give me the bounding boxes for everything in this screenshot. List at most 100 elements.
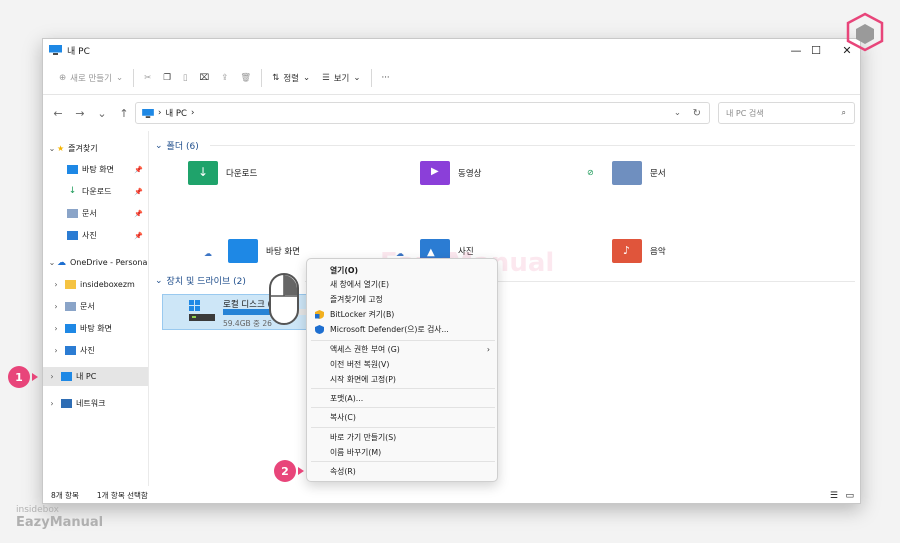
details-view-icon[interactable]: ☰ xyxy=(830,491,838,501)
group-divider xyxy=(210,145,855,146)
windows-drive-icon xyxy=(189,300,215,321)
selection-count: 1개 항목 선택함 xyxy=(96,491,148,500)
cut-button[interactable]: ✂ xyxy=(138,66,157,90)
step-badge-2: 2 xyxy=(274,460,296,482)
address-row: ← → ⌄ ↑ › 내 PC › ⌄ ↻ 내 PC 검색 ⌕ xyxy=(43,95,860,131)
video-folder-icon: ▶ xyxy=(420,161,450,185)
folder-downloads[interactable]: ↓ 다운로드 xyxy=(188,161,257,185)
menu-item-restore-versions[interactable]: 이전 버전 복원(V) xyxy=(307,357,497,371)
sort-button[interactable]: ⇅ 정렬 ⌄ xyxy=(266,66,316,90)
sidebar-item-onedrive[interactable]: ⌄ ☁ OneDrive - Persona xyxy=(43,253,148,272)
folder-documents[interactable]: 문서 xyxy=(612,161,666,185)
back-arrow-icon[interactable]: ← xyxy=(47,107,69,120)
chevron-right-icon: › xyxy=(50,372,54,381)
forward-arrow-icon[interactable]: → xyxy=(69,107,91,120)
sidebar-item-insideboxezm[interactable]: › insideboxezm xyxy=(43,275,148,294)
sidebar-item-favorites[interactable]: ⌄ ★ 즐겨찾기 xyxy=(43,139,148,158)
copy-button[interactable]: ❐ xyxy=(157,66,177,90)
pin-icon: 📌 xyxy=(134,209,143,218)
menu-item-open-new-window[interactable]: 새 창에서 열기(E) xyxy=(307,277,497,291)
document-icon xyxy=(67,209,78,218)
toolbar-divider xyxy=(370,68,372,87)
menu-item-defender-scan[interactable]: Microsoft Defender(으)로 검사... xyxy=(307,322,497,336)
search-input[interactable]: 내 PC 검색 ⌕ xyxy=(718,102,855,124)
more-icon: ··· xyxy=(381,72,390,83)
folder-label: 동영상 xyxy=(458,169,482,179)
folder-desktop[interactable]: 바탕 화면 xyxy=(228,239,300,263)
sidebar-item-downloads[interactable]: ↓ 다운로드 📌 xyxy=(43,182,148,201)
this-pc-icon xyxy=(49,45,62,55)
sidebar-item-network[interactable]: › 네트워크 xyxy=(43,394,148,413)
rename-button[interactable]: ⌧ xyxy=(194,66,216,90)
toolbar-divider xyxy=(261,68,263,87)
item-count: 8개 항목 xyxy=(51,491,79,500)
refresh-icon[interactable]: ↻ xyxy=(693,108,701,119)
menu-label: 시작 화면에 고정(P) xyxy=(330,374,396,384)
folder-videos[interactable]: ▶ 동영상 xyxy=(420,161,481,185)
chevron-down-icon: ⌄ xyxy=(353,72,361,83)
download-folder-icon: ↓ xyxy=(188,161,218,185)
menu-label: 열기(O) xyxy=(330,265,359,275)
menu-item-pin-start[interactable]: 시작 화면에 고정(P) xyxy=(307,372,497,386)
menu-label: 바로 가기 만들기(S) xyxy=(330,432,397,442)
bottom-watermark: insidebox EazyManual xyxy=(16,505,103,530)
sidebar-item-od-desktop[interactable]: › 바탕 화면 xyxy=(43,319,148,338)
step-badge-1: 1 xyxy=(8,366,30,388)
chevron-right-icon: › xyxy=(486,344,490,354)
sidebar-item-documents[interactable]: 문서 📌 xyxy=(43,204,148,223)
menu-divider xyxy=(311,427,495,428)
chevron-right-icon: › xyxy=(50,399,54,408)
recent-chevron-icon[interactable]: ⌄ xyxy=(91,107,113,120)
sidebar-item-this-pc[interactable]: › 내 PC xyxy=(43,367,148,386)
sidebar-item-desktop[interactable]: 바탕 화면 📌 xyxy=(43,160,148,179)
chevron-down-icon: ⌄ xyxy=(48,144,56,153)
sidebar-item-pictures[interactable]: 사진 📌 xyxy=(43,226,148,245)
tiles-view-icon[interactable]: ▭ xyxy=(845,491,854,501)
step-pointer-1 xyxy=(32,373,38,381)
menu-item-pin-favorites[interactable]: 즐겨찾기에 고정 xyxy=(307,292,497,306)
menu-label: 이름 바꾸기(M) xyxy=(330,447,382,457)
menu-item-bitlocker[interactable]: BitLocker 켜기(B) xyxy=(307,307,497,321)
group-label: 폴더 (6) xyxy=(166,142,199,152)
address-bar[interactable]: › 내 PC › ⌄ ↻ xyxy=(135,102,710,124)
network-icon xyxy=(61,399,72,408)
menu-item-properties[interactable]: 속성(R) xyxy=(307,464,497,478)
share-button[interactable]: ⇪ xyxy=(215,66,234,90)
chevron-right-icon: › xyxy=(54,324,58,333)
group-header-devices[interactable]: ⌄ 장치 및 드라이브 (2) xyxy=(155,274,250,288)
menu-item-rename[interactable]: 이름 바꾸기(M) xyxy=(307,445,497,459)
music-folder-icon: ♪ xyxy=(612,239,642,263)
delete-button[interactable]: 🗑 xyxy=(234,66,257,90)
view-button[interactable]: ☰ 보기 ⌄ xyxy=(316,66,366,90)
breadcrumb-this-pc[interactable]: 내 PC xyxy=(165,107,187,119)
search-placeholder: 내 PC 검색 xyxy=(726,108,764,118)
menu-item-open[interactable]: 열기(O) xyxy=(307,263,497,277)
this-pc-icon xyxy=(142,108,154,118)
menu-label: BitLocker 켜기(B) xyxy=(330,309,395,319)
menu-label: 새 창에서 열기(E) xyxy=(330,279,390,289)
menu-label: 이전 버전 복원(V) xyxy=(330,359,390,369)
folder-music[interactable]: ♪ 음악 xyxy=(612,239,666,263)
new-button[interactable]: ⊕ 새로 만들기 ⌄ xyxy=(53,66,129,90)
sidebar-item-od-pictures[interactable]: › 사진 xyxy=(43,341,148,360)
group-header-folders[interactable]: ⌄ 폴더 (6) xyxy=(155,139,203,153)
watermark-small-text: insidebox xyxy=(16,505,59,515)
menu-divider xyxy=(311,388,495,389)
sidebar-label: 문서 xyxy=(82,209,97,218)
sidebar-item-od-documents[interactable]: › 문서 xyxy=(43,297,148,316)
up-arrow-icon[interactable]: ↑ xyxy=(113,107,135,120)
menu-item-copy[interactable]: 복사(C) xyxy=(307,410,497,424)
menu-item-create-shortcut[interactable]: 바로 가기 만들기(S) xyxy=(307,430,497,444)
corner-cube-logo xyxy=(846,12,884,52)
chevron-right-icon: › xyxy=(54,346,58,355)
star-icon: ★ xyxy=(57,144,65,153)
chevron-right-icon: › xyxy=(54,302,58,311)
dropdown-chevron-icon[interactable]: ⌄ xyxy=(674,108,681,118)
more-options-button[interactable]: ··· xyxy=(376,66,396,90)
paste-button[interactable]: ▯ xyxy=(177,66,194,90)
drive-size-text: 59.4GB 중 26 xyxy=(223,319,272,328)
desktop-folder-icon xyxy=(228,239,258,263)
maximize-button[interactable]: ☐ xyxy=(801,39,831,61)
menu-item-give-access[interactable]: 액세스 권한 부여 (G) › xyxy=(307,342,497,356)
menu-item-format[interactable]: 포맷(A)... xyxy=(307,391,497,405)
